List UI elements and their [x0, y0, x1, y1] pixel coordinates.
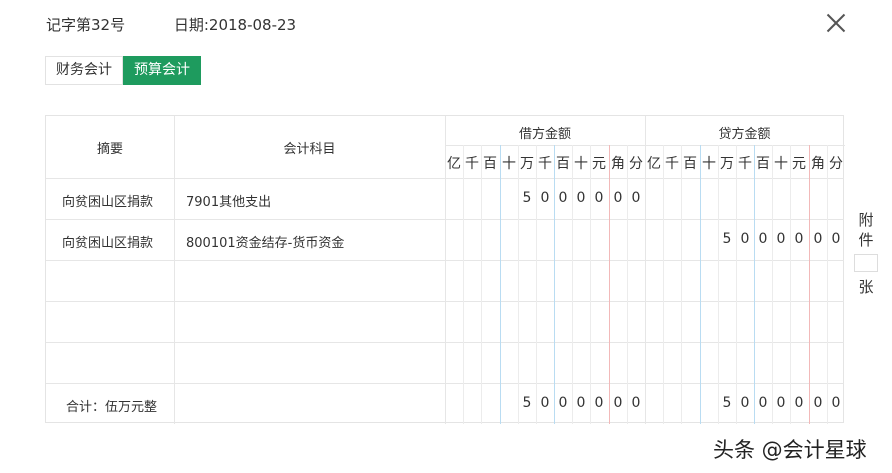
- credit-unit-label: 元: [792, 156, 806, 172]
- digit-rule: [627, 145, 628, 424]
- debit-unit-label: 亿: [447, 156, 461, 172]
- credit-digit: 5: [722, 231, 732, 247]
- credit-unit-label: 百: [756, 156, 770, 172]
- credit-unit-label: 分: [829, 156, 843, 172]
- row-summary[interactable]: 向贫困山区捐款: [62, 191, 153, 210]
- debit-unit-label: 十: [574, 156, 588, 172]
- total-credit-digit: 0: [740, 395, 750, 411]
- tab-bar: 财务会计 预算会计: [45, 56, 201, 85]
- credit-digit: 0: [776, 231, 786, 247]
- debit-digit: 5: [522, 190, 532, 206]
- column-header-account: 会计科目: [283, 142, 336, 157]
- row-summary[interactable]: 向贫困山区捐款: [62, 232, 153, 251]
- column-header-summary: 摘要: [96, 142, 123, 157]
- total-credit-digit: 0: [794, 395, 804, 411]
- total-debit-digit: 0: [540, 395, 550, 411]
- digit-rule: [772, 145, 773, 424]
- total-debit-digit: 0: [631, 395, 641, 411]
- total-label: 合计：伍万元整: [66, 400, 158, 415]
- digit-rule: [609, 145, 610, 424]
- total-credit-digit: 0: [776, 395, 786, 411]
- total-credit-digit: 0: [831, 395, 841, 411]
- debit-unit-label: 分: [629, 156, 643, 172]
- debit-unit-label: 千: [538, 156, 552, 172]
- debit-unit-label: 百: [556, 156, 570, 172]
- column-header-credit: 贷方金额: [718, 127, 771, 142]
- credit-digit: 0: [740, 231, 750, 247]
- credit-unit-label: 十: [702, 156, 716, 172]
- digit-rule: [700, 145, 701, 424]
- debit-unit-label: 千: [465, 156, 479, 172]
- digit-rule: [590, 145, 591, 424]
- voucher-date: 日期:2018-08-23: [173, 16, 297, 34]
- debit-unit-label: 万: [520, 156, 534, 172]
- digit-rule: [790, 145, 791, 424]
- credit-unit-label: 亿: [647, 156, 661, 172]
- voucher-number: 记字第32号: [46, 16, 126, 34]
- debit-digit: 0: [540, 190, 550, 206]
- total-credit-digit: 0: [758, 395, 768, 411]
- digit-rule: [536, 145, 537, 424]
- digit-rule: [736, 145, 737, 424]
- debit-digit: 0: [631, 190, 641, 206]
- digit-rule: [572, 145, 573, 424]
- debit-unit-label: 十: [502, 156, 516, 172]
- voucher-header: 记字第32号 日期:2018-08-23: [46, 14, 340, 35]
- digit-rule: [663, 145, 664, 424]
- credit-digit: 0: [758, 231, 768, 247]
- credit-unit-label: 角: [811, 156, 825, 172]
- row-account[interactable]: 7901其他支出: [186, 191, 271, 210]
- attachment-count-input[interactable]: [854, 254, 878, 272]
- debit-digit: 0: [558, 190, 568, 206]
- credit-digit: 0: [794, 231, 804, 247]
- tab-financial-accounting[interactable]: 财务会计: [45, 56, 123, 85]
- attachment-label: 附件: [858, 211, 874, 249]
- debit-unit-label: 角: [611, 156, 625, 172]
- credit-unit-label: 十: [774, 156, 788, 172]
- credit-unit-label: 百: [683, 156, 697, 172]
- credit-unit-label: 千: [738, 156, 752, 172]
- digit-rule: [500, 145, 501, 424]
- digit-rule: [518, 145, 519, 424]
- debit-digit: 0: [594, 190, 604, 206]
- debit-digit: 0: [613, 190, 623, 206]
- close-icon[interactable]: [822, 9, 850, 37]
- debit-unit-label: 元: [592, 156, 606, 172]
- credit-digit: 0: [813, 231, 823, 247]
- debit-unit-label: 百: [483, 156, 497, 172]
- digit-rule: [681, 145, 682, 424]
- voucher-table: 摘要 会计科目 借方金额 贷方金额 亿亿千千百百十十万万千千百百十十元元角角分分…: [45, 115, 845, 424]
- total-debit-digit: 5: [522, 395, 532, 411]
- attachment-unit-label: 张: [858, 278, 874, 296]
- credit-unit-label: 万: [720, 156, 734, 172]
- column-header-debit: 借方金额: [518, 127, 571, 142]
- total-debit-digit: 0: [576, 395, 586, 411]
- digit-rule: [809, 145, 810, 424]
- total-debit-digit: 0: [558, 395, 568, 411]
- attachment-count: 附件 张: [852, 210, 880, 297]
- digit-rule: [554, 145, 555, 424]
- tab-budget-accounting[interactable]: 预算会计: [123, 56, 201, 85]
- total-debit-digit: 0: [594, 395, 604, 411]
- credit-unit-label: 千: [665, 156, 679, 172]
- digit-rule: [463, 145, 464, 424]
- watermark-text: 头条 @会计星球: [713, 438, 867, 462]
- total-credit-digit: 5: [722, 395, 732, 411]
- digit-rule: [754, 145, 755, 424]
- digit-rule: [827, 145, 828, 424]
- digit-rule: [481, 145, 482, 424]
- total-credit-digit: 0: [813, 395, 823, 411]
- digit-rule: [718, 145, 719, 424]
- column-rule: [174, 116, 175, 424]
- debit-digit: 0: [576, 190, 586, 206]
- row-account[interactable]: 800101资金结存-货币资金: [186, 232, 344, 251]
- total-debit-digit: 0: [613, 395, 623, 411]
- credit-digit: 0: [831, 231, 841, 247]
